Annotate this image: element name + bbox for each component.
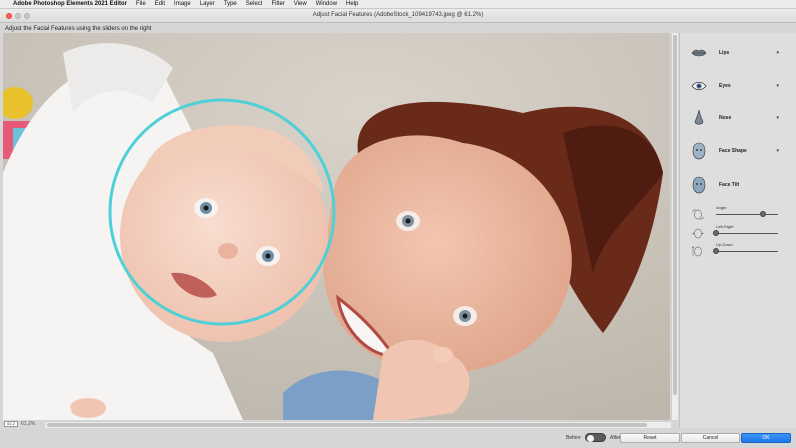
toggle-knob[interactable] (587, 435, 594, 442)
menu-view[interactable]: View (294, 1, 307, 7)
lips-icon (690, 43, 708, 63)
feature-label: Eyes (719, 83, 731, 89)
facial-features-window: { "menubar": { "app_name": "Adobe Photos… (0, 0, 796, 448)
menu-bar: Adobe Photoshop Elements 2021 Editor Fil… (0, 0, 796, 9)
horizontal-scrollbar[interactable] (45, 421, 671, 428)
dialog-title: Adjust Facial Features (AdobeStock_10941… (312, 12, 484, 18)
slider-knob[interactable] (713, 230, 719, 236)
feature-face-tilt[interactable]: Face Tilt (690, 173, 795, 197)
reset-button[interactable]: Reset (620, 433, 680, 443)
dialog-title-bar: Adjust Facial Features (AdobeStock_10941… (0, 9, 796, 23)
slider-label: Up-Down (716, 242, 733, 247)
angle-icon (692, 207, 704, 220)
slider-left-right[interactable]: Left-Right (692, 224, 792, 239)
feature-nose[interactable]: Nose ▾ (690, 106, 795, 130)
zoom-field[interactable]: 61.2 (4, 421, 18, 427)
left-right-icon (692, 226, 704, 239)
before-after-toggle[interactable] (585, 433, 606, 442)
expand-arrow-icon[interactable]: ▾ (776, 115, 779, 121)
slider-knob[interactable] (713, 248, 719, 254)
expand-arrow-icon[interactable]: ▾ (776, 50, 779, 56)
cancel-button[interactable]: Cancel (681, 433, 740, 443)
horizontal-scroll-thumb[interactable] (47, 423, 647, 427)
expand-arrow-icon[interactable]: ▾ (776, 148, 779, 154)
feature-label: Face Tilt (719, 182, 740, 188)
menu-file[interactable]: File (136, 1, 146, 7)
vertical-scroll-thumb[interactable] (673, 35, 677, 395)
ok-button[interactable]: OK (741, 433, 791, 443)
up-down-icon (691, 244, 704, 257)
after-label: After (610, 435, 621, 441)
slider-label: Left-Right (716, 224, 734, 229)
slider-track[interactable] (716, 233, 778, 234)
feature-face-shape[interactable]: Face Shape ▾ (690, 139, 795, 163)
menu-help[interactable]: Help (346, 1, 358, 7)
app-name[interactable]: Adobe Photoshop Elements 2021 Editor (13, 1, 127, 7)
slider-knob[interactable] (759, 211, 766, 217)
menu-window[interactable]: Window (316, 1, 337, 7)
feature-label: Nose (719, 115, 732, 121)
vertical-scrollbar[interactable] (671, 33, 678, 420)
feature-label: Lips (719, 50, 730, 56)
features-panel: Lips ▾ Eyes ▾ Nose ▾ Face Shape ▾ Face T… (679, 33, 796, 428)
face-shape-icon (690, 141, 708, 161)
zoom-value: 61.2% (21, 421, 36, 427)
eye-icon (690, 76, 708, 96)
status-bar: 61.2 61.2% (0, 420, 35, 428)
slider-track[interactable] (716, 214, 778, 215)
slider-track[interactable] (716, 251, 778, 252)
instruction-text: Adjust the Facial Features using the sli… (5, 26, 152, 32)
menu-select[interactable]: Select (246, 1, 263, 7)
feature-eyes[interactable]: Eyes ▾ (690, 74, 795, 98)
feature-lips[interactable]: Lips ▾ (690, 41, 795, 65)
photo-canvas[interactable]: DOTAX Camera (3, 33, 670, 420)
menu-image[interactable]: Image (174, 1, 191, 7)
nose-icon (690, 108, 708, 128)
menu-filter[interactable]: Filter (271, 1, 284, 7)
slider-up-down[interactable]: Up-Down (691, 242, 792, 257)
menu-edit[interactable]: Edit (155, 1, 165, 7)
before-label: Before (566, 435, 581, 441)
menu-type[interactable]: Type (224, 1, 237, 7)
camera-watermark: DOTAX Camera (11, 405, 73, 414)
slider-angle[interactable]: Angle (692, 205, 792, 220)
face-tilt-icon (690, 175, 708, 195)
photo-illustration (3, 33, 670, 420)
expand-arrow-icon[interactable]: ▾ (776, 83, 779, 89)
feature-label: Face Shape (719, 148, 747, 154)
menu-layer[interactable]: Layer (200, 1, 215, 7)
slider-label: Angle (716, 205, 727, 210)
